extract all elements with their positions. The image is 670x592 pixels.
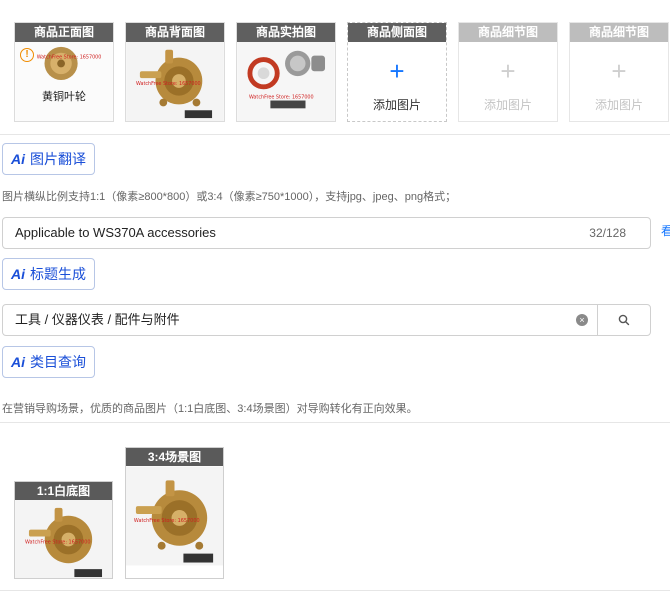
svg-text:WatchFree Store: 1657000: WatchFree Store: 1657000 xyxy=(136,81,201,87)
slot-label: 商品细节图 xyxy=(459,23,557,42)
slot-label: 商品侧面图 xyxy=(348,23,446,42)
parts-photo-image: WatchFree Store: 1657000 xyxy=(237,42,335,121)
slot-caption: 黄铜叶轮 xyxy=(42,90,86,103)
title-generate-label: 标题生成 xyxy=(30,266,86,282)
svg-text:WatchFree Store: 1657000: WatchFree Store: 1657000 xyxy=(134,518,200,524)
slot-label: 商品细节图 xyxy=(570,23,668,42)
add-icon: + xyxy=(389,56,405,86)
edge-link[interactable]: 看 xyxy=(661,222,670,239)
image-slot-side[interactable]: 商品侧面图 + 添加图片 xyxy=(347,22,447,122)
ai-icon: Ai xyxy=(11,151,25,167)
guide-label: 3:4场景图 xyxy=(126,448,223,466)
clear-icon[interactable]: × xyxy=(576,314,588,326)
back-thumbnail: WatchFree Store: 1657000 xyxy=(126,42,224,121)
image-slot-back[interactable]: 商品背面图 WatchFree Store: 1657000 xyxy=(125,22,225,122)
ai-icon: Ai xyxy=(11,266,25,282)
title-input[interactable]: Applicable to WS370A accessories 32/128 xyxy=(2,217,651,249)
brass-housing-image: WatchFree Store: 1657000 xyxy=(15,500,112,578)
guide-image-white-bg[interactable]: 1:1白底图 WatchFree Store: 1657000 xyxy=(14,481,113,579)
image-translate-label: 图片翻译 xyxy=(30,151,86,167)
warning-icon[interactable]: ! xyxy=(20,48,34,62)
svg-text:WatchFree Store: 1657000: WatchFree Store: 1657000 xyxy=(25,539,90,545)
category-search-button[interactable] xyxy=(597,305,650,335)
real-thumbnail: WatchFree Store: 1657000 xyxy=(237,42,335,121)
category-input[interactable]: 工具 / 仪器仪表 / 配件与附件 × xyxy=(2,304,651,336)
category-input-value: 工具 / 仪器仪表 / 配件与附件 xyxy=(15,312,180,327)
add-image-label: 添加图片 xyxy=(594,98,643,112)
title-input-value: Applicable to WS370A accessories xyxy=(15,225,216,240)
image-slot-detail-1: 商品细节图 + 添加图片 xyxy=(458,22,558,122)
category-query-button[interactable]: Ai 类目查询 xyxy=(2,346,95,378)
search-icon xyxy=(618,314,630,326)
guide-image-scene[interactable]: 3:4场景图 WatchFree Store: 1657000 xyxy=(125,447,224,579)
guide-label: 1:1白底图 xyxy=(15,482,112,500)
slot-label: 商品背面图 xyxy=(126,23,224,42)
add-image-label: 添加图片 xyxy=(372,98,421,112)
divider xyxy=(0,422,670,423)
add-icon: + xyxy=(500,56,516,86)
image-format-hint: 图片横纵比例支持1:1（像素≥800*800）或3:4（像素≥750*1000）… xyxy=(2,191,457,203)
image-slot-detail-2: 商品细节图 + 添加图片 xyxy=(569,22,669,122)
add-image-label: 添加图片 xyxy=(483,98,532,112)
svg-text:WatchFree Store: 1657000: WatchFree Store: 1657000 xyxy=(249,95,314,101)
image-slot-real[interactable]: 商品实拍图 WatchFree Store: 1657000 xyxy=(236,22,336,122)
slot-label: 商品实拍图 xyxy=(237,23,335,42)
image-slot-front[interactable]: 商品正面图 WatchFree Store: 1657000 ! 黄铜叶轮 xyxy=(14,22,114,122)
title-generate-button[interactable]: Ai 标题生成 xyxy=(2,258,95,290)
guide-hint: 在营销导购场景，优质的商品图片（1:1白底图、3:4场景图）对导购转化有正向效果… xyxy=(2,403,418,415)
divider xyxy=(0,590,670,591)
image-translate-button[interactable]: Ai 图片翻译 xyxy=(2,143,95,175)
brass-housing-image: WatchFree Store: 1657000 xyxy=(126,42,224,121)
ai-icon: Ai xyxy=(11,354,25,370)
divider xyxy=(0,134,670,135)
slot-label: 商品正面图 xyxy=(15,23,113,42)
brass-housing-image: WatchFree Store: 1657000 xyxy=(126,466,223,566)
category-query-label: 类目查询 xyxy=(30,354,86,370)
add-icon: + xyxy=(611,56,627,86)
title-char-counter: 32/128 xyxy=(589,226,626,240)
svg-text:WatchFree Store: 1657000: WatchFree Store: 1657000 xyxy=(37,55,102,61)
